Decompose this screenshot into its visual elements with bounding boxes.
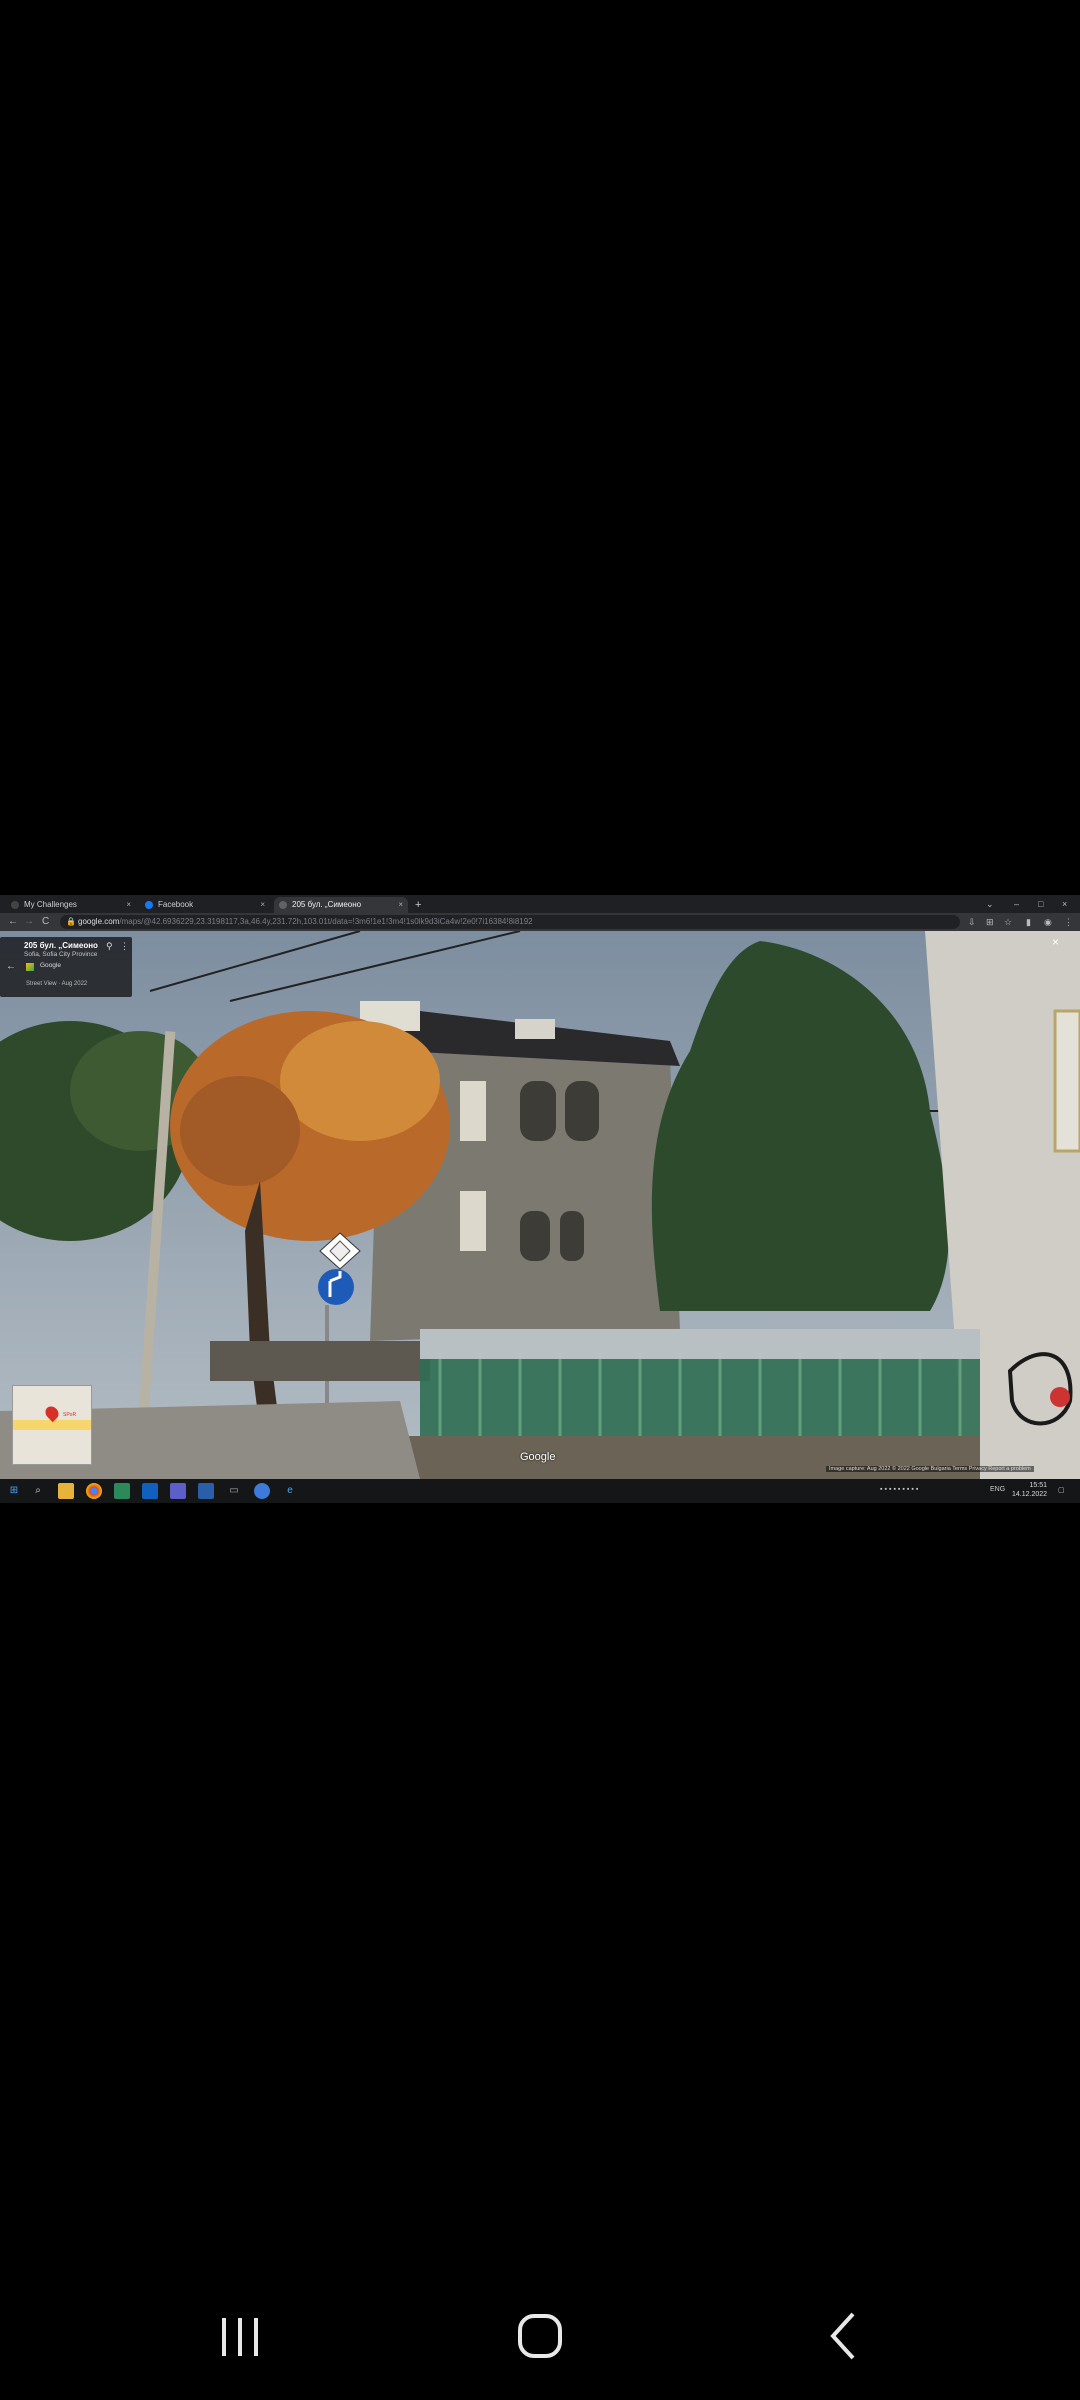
back-button[interactable]: ←: [8, 916, 18, 928]
maps-pin-icon: [279, 901, 287, 909]
browser-tab-strip: My Challenges × Facebook × 205 бул. „Сим…: [0, 895, 1080, 913]
pin-icon[interactable]: ⚲: [106, 941, 113, 952]
google-watermark: Google: [520, 1451, 556, 1463]
close-street-view-button[interactable]: ×: [1052, 935, 1059, 949]
teams-icon[interactable]: [170, 1483, 186, 1499]
back-arrow-icon[interactable]: ←: [6, 961, 16, 972]
tab-label: Facebook: [158, 900, 194, 909]
tab-search-icon[interactable]: ⌄: [986, 897, 994, 911]
green-fence: [420, 1359, 980, 1439]
language-indicator[interactable]: ENG: [990, 1486, 1005, 1493]
tab-facebook[interactable]: Facebook ×: [140, 897, 270, 913]
more-options-icon[interactable]: ⋮: [120, 941, 129, 952]
edge-icon[interactable]: e: [282, 1483, 298, 1499]
street-view-panorama[interactable]: ← 205 бул. „Симеоно ⚲ ⋮ Sofia, Sofia Cit…: [0, 931, 1080, 1479]
tab-label: My Challenges: [24, 900, 77, 909]
outlook-icon[interactable]: [142, 1483, 158, 1499]
profile-icon[interactable]: ◉: [1044, 916, 1052, 928]
window: [460, 1081, 486, 1141]
close-tab-icon[interactable]: ×: [260, 897, 265, 913]
url-path: /maps/@42.6936229,23.3198117,3a,46.4y,23…: [119, 917, 533, 926]
url-host: google.com: [78, 917, 120, 926]
app-icon[interactable]: ▭: [226, 1483, 242, 1499]
close-tab-icon[interactable]: ×: [126, 897, 131, 913]
back-nav-button[interactable]: [815, 2304, 875, 2364]
google-logo-icon: [26, 963, 34, 971]
chrome-icon[interactable]: [86, 1483, 102, 1499]
stone-wall: [210, 1341, 430, 1381]
new-tab-button[interactable]: +: [415, 897, 421, 913]
arched-window: [520, 1081, 556, 1141]
recent-apps-button[interactable]: [210, 2304, 270, 2364]
extension-icon[interactable]: ⊞: [986, 916, 994, 928]
minimap-label: SPoR: [63, 1412, 77, 1418]
clock-date: 14.12.2022: [1012, 1491, 1048, 1498]
forward-button[interactable]: →: [24, 916, 34, 928]
place-info-card: ← 205 бул. „Симеоно ⚲ ⋮ Sofia, Sofia Cit…: [0, 937, 132, 997]
android-navigation-bar: [0, 2290, 1080, 2380]
download-icon[interactable]: ⇩: [968, 916, 976, 928]
tab-label: 205 бул. „Симеоно: [292, 900, 362, 909]
image-credits[interactable]: Image capture: Aug 2022 © 2022 Google Bu…: [826, 1466, 1034, 1472]
tab-my-challenges[interactable]: My Challenges ×: [6, 897, 136, 913]
close-tab-icon[interactable]: ×: [398, 897, 403, 913]
clock-time: 15:51: [1029, 1482, 1048, 1489]
place-subtitle: Sofia, Sofia City Province: [24, 951, 98, 958]
source-label: Google: [40, 962, 61, 969]
file-explorer-icon[interactable]: [58, 1483, 74, 1499]
direction-sign: [318, 1269, 354, 1305]
place-title: 205 бул. „Симеоно: [24, 941, 98, 950]
reload-button[interactable]: C: [42, 916, 49, 928]
windows-taskbar: ⊞ ⌕ ▭ e ▪▪▪▪▪▪▪▪▪ ENG 15:51 14.12.2022 ▢: [0, 1479, 1080, 1503]
browser-icon[interactable]: [254, 1483, 270, 1499]
facebook-icon: [145, 901, 153, 909]
challenges-favicon-icon: [11, 901, 19, 909]
menu-icon[interactable]: ⋮: [1064, 916, 1073, 928]
close-window-button[interactable]: ×: [1062, 897, 1067, 911]
system-tray-icons[interactable]: ▪▪▪▪▪▪▪▪▪: [880, 1486, 920, 1493]
lock-icon: 🔒: [66, 917, 76, 926]
photos-icon[interactable]: [114, 1483, 130, 1499]
minimize-button[interactable]: –: [1014, 897, 1019, 911]
home-button[interactable]: [510, 2304, 570, 2364]
word-icon[interactable]: [198, 1483, 214, 1499]
capture-date-selector[interactable]: Street View · Aug 2022: [26, 981, 87, 987]
notifications-icon[interactable]: ▢: [1058, 1486, 1065, 1494]
maximize-button[interactable]: □: [1038, 897, 1043, 911]
address-bar: ← → C 🔒 google.com/maps/@42.6936229,23.3…: [0, 913, 1080, 931]
star-icon[interactable]: ☆: [1004, 916, 1012, 928]
system-clock[interactable]: 15:51 14.12.2022: [1012, 1481, 1047, 1499]
windows-start-icon[interactable]: ⊞: [6, 1483, 22, 1499]
screen-capture: My Challenges × Facebook × 205 бул. „Сим…: [0, 895, 1080, 1503]
minimap[interactable]: SPoR: [12, 1385, 92, 1465]
fence-roof: [420, 1329, 980, 1359]
sidepanel-icon[interactable]: ▮: [1026, 916, 1031, 928]
street-view-image: [0, 931, 1080, 1479]
search-icon[interactable]: ⌕: [30, 1483, 46, 1499]
url-field[interactable]: 🔒 google.com/maps/@42.6936229,23.3198117…: [60, 915, 960, 929]
tab-google-maps[interactable]: 205 бул. „Симеоно ×: [274, 897, 408, 913]
stone-base: [400, 1436, 980, 1479]
